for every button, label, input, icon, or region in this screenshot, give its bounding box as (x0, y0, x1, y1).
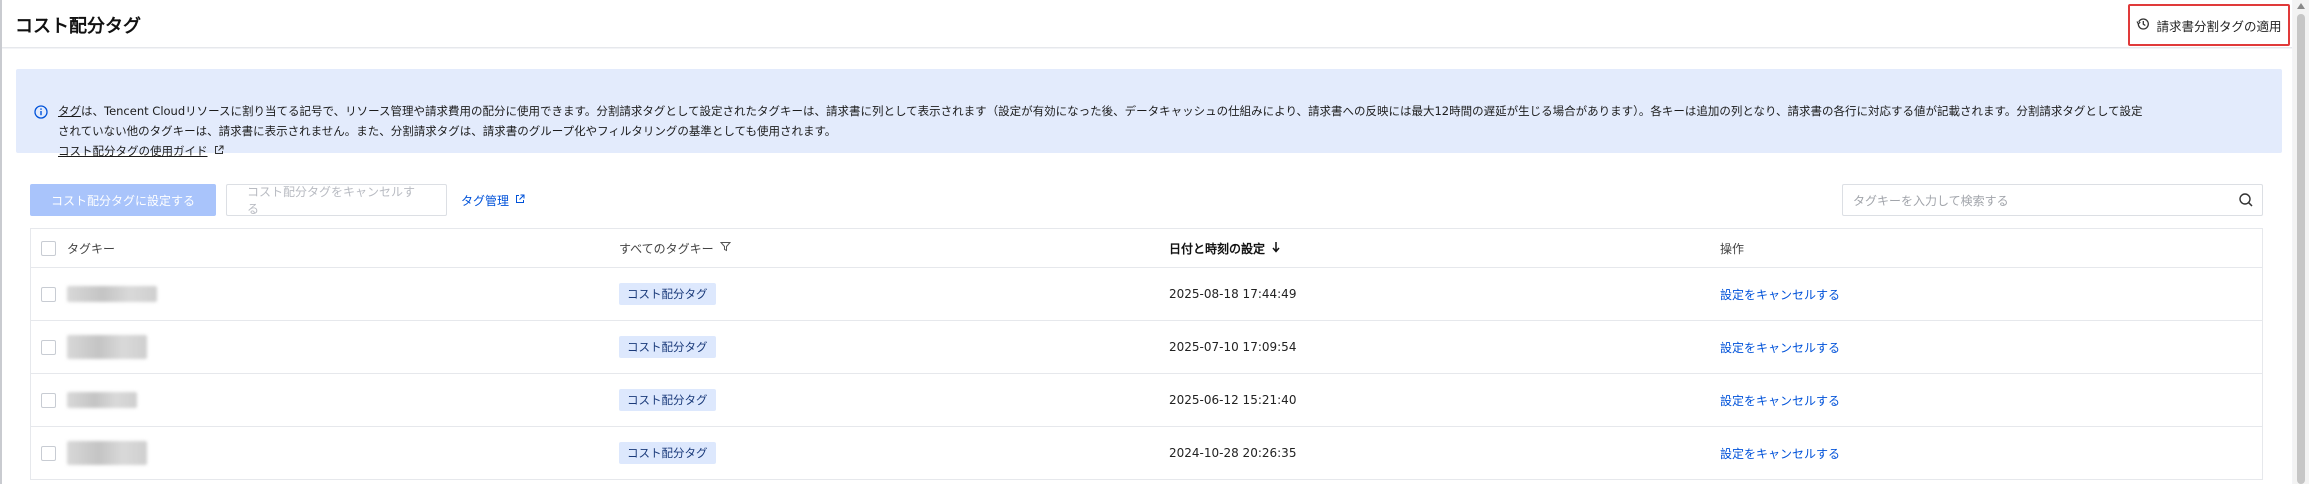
set-datetime: 2025-06-12 15:21:40 (1169, 393, 1297, 407)
cost-tag-badge: コスト配分タグ (619, 283, 716, 305)
usage-guide[interactable]: コスト配分タグの使用ガイド (58, 143, 224, 159)
app-frame: コスト配分タグ 請求書分割タグの適用 タグは、Tencent Cloudリソース… (0, 0, 2309, 484)
cost-tag-badge: コスト配分タグ (619, 336, 716, 358)
header-tag-key: タグキー (67, 241, 116, 256)
vertical-scrollbar[interactable] (2293, 0, 2309, 484)
apply-button-label: 請求書分割タグの適用 (2156, 18, 2282, 34)
table-header: タグキー すべてのタグキー 日付と時刻の設定 操作 (31, 229, 2262, 268)
scroll-up-icon[interactable] (2297, 3, 2305, 9)
row-checkbox[interactable] (41, 392, 56, 408)
main-content: タグは、Tencent Cloudリソースに割り当てる記号で、リソース管理や請求… (2, 49, 2292, 484)
table-row: コスト配分タグ 2025-06-12 15:21:40 設定をキャンセルする (31, 374, 2262, 427)
redacted-tag-key (67, 286, 157, 302)
external-link-icon (214, 144, 224, 158)
history-icon (2136, 16, 2150, 35)
header-date-label: 日付と時刻の設定 (1169, 241, 1266, 256)
table-row: コスト配分タグ 2024-10-28 20:26:35 設定をキャンセルする (31, 427, 2262, 480)
tag-table: タグキー すべてのタグキー 日付と時刻の設定 操作 コスト配分タグ 2025-0… (30, 228, 2263, 480)
toolbar: コスト配分タグに設定する コスト配分タグをキャンセルする タグ管理 (30, 184, 525, 216)
notice-text-1: は、Tencent Cloudリソースに割り当てる記号で、リソース管理や請求費用… (81, 104, 2143, 118)
cancel-cost-tag-button[interactable]: コスト配分タグをキャンセルする (226, 184, 447, 216)
apply-billing-split-tag-button[interactable]: 請求書分割タグの適用 (2128, 4, 2290, 46)
tag-key-search[interactable] (1842, 184, 2263, 216)
page-title: コスト配分タグ (15, 16, 141, 37)
scroll-thumb[interactable] (2297, 14, 2305, 484)
row-checkbox[interactable] (41, 339, 56, 355)
filter-icon[interactable] (719, 241, 731, 255)
header-operation: 操作 (1720, 241, 1745, 256)
set-datetime: 2025-08-18 17:44:49 (1169, 287, 1297, 301)
redacted-tag-key (67, 392, 137, 408)
notice-line-1: タグは、Tencent Cloudリソースに割り当てる記号で、リソース管理や請求… (58, 103, 2143, 119)
search-input[interactable] (1853, 192, 2213, 210)
page-header: コスト配分タグ 請求書分割タグの適用 (2, 0, 2292, 48)
tag-link[interactable]: タグ (58, 104, 81, 118)
row-checkbox[interactable] (41, 445, 56, 461)
cost-tag-badge: コスト配分タグ (619, 442, 716, 464)
header-all-label: すべてのタグキー (619, 241, 714, 256)
usage-guide-link[interactable]: コスト配分タグの使用ガイド (58, 143, 208, 159)
cancel-setting-link[interactable]: 設定をキャンセルする (1720, 339, 1840, 356)
cancel-setting-link[interactable]: 設定をキャンセルする (1720, 392, 1840, 409)
info-notice: タグは、Tencent Cloudリソースに割り当てる記号で、リソース管理や請求… (16, 69, 2282, 158)
row-checkbox[interactable] (41, 286, 56, 302)
notice-line-2: されていない他のタグキーは、請求書に表示されません。また、分割請求タグは、請求書… (58, 124, 837, 138)
table-row: コスト配分タグ 2025-08-18 17:44:49 設定をキャンセルする (31, 268, 2262, 321)
redacted-tag-key (67, 335, 147, 359)
select-all-checkbox[interactable] (41, 240, 56, 256)
arrow-down-icon[interactable] (1271, 241, 1281, 256)
redacted-tag-key (67, 441, 147, 465)
set-datetime: 2025-07-10 17:09:54 (1169, 340, 1297, 354)
info-icon (34, 104, 48, 123)
cost-tag-badge: コスト配分タグ (619, 389, 716, 411)
external-link-icon (515, 193, 525, 207)
tag-management-link[interactable]: タグ管理 (461, 192, 525, 209)
set-datetime: 2024-10-28 20:26:35 (1169, 446, 1297, 460)
table-row: コスト配分タグ 2025-07-10 17:09:54 設定をキャンセルする (31, 321, 2262, 374)
header-date-time[interactable]: 日付と時刻の設定 (1169, 229, 1281, 267)
cancel-setting-link[interactable]: 設定をキャンセルする (1720, 445, 1840, 462)
set-cost-tag-button[interactable]: コスト配分タグに設定する (30, 184, 216, 216)
tag-management-label: タグ管理 (461, 193, 510, 208)
cancel-setting-link[interactable]: 設定をキャンセルする (1720, 286, 1840, 303)
header-all-tag-keys[interactable]: すべてのタグキー (619, 229, 731, 267)
search-icon[interactable] (2238, 192, 2254, 212)
